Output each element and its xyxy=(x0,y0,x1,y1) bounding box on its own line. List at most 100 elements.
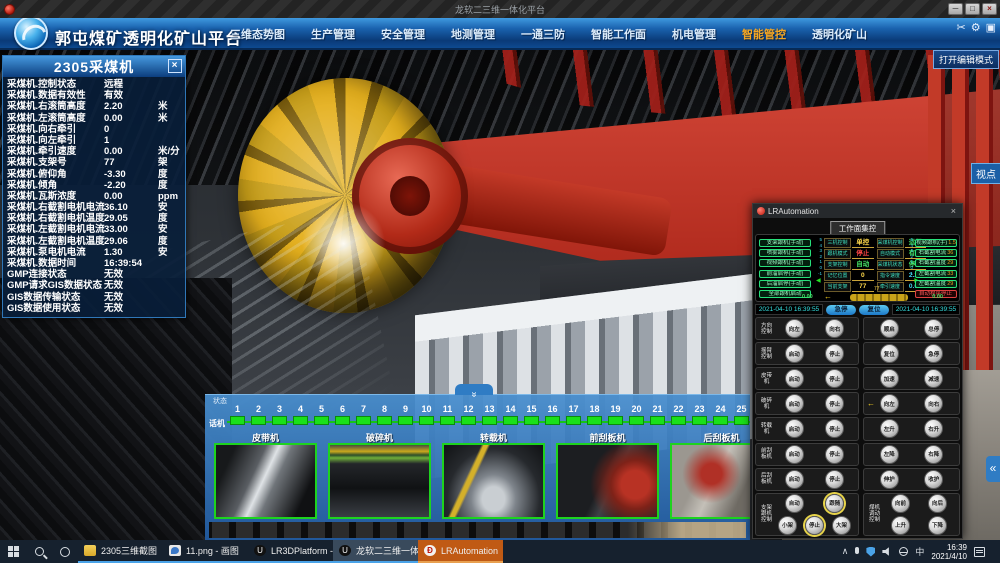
nav-item[interactable]: 透明化矿山 xyxy=(812,26,867,42)
channel-cell[interactable]: 15 xyxy=(521,404,542,430)
channel-cell[interactable]: 24 xyxy=(710,404,731,430)
channel-cell[interactable]: 20 xyxy=(626,404,647,430)
control-button[interactable]: 下降 xyxy=(928,516,947,535)
control-button[interactable]: 加速 xyxy=(880,369,899,388)
notification-icon[interactable] xyxy=(974,547,985,557)
channel-cell[interactable]: 10 xyxy=(416,404,437,430)
nav-item[interactable]: 机电管理 xyxy=(672,26,716,42)
gear-icon[interactable]: ⚙ xyxy=(971,21,981,34)
channel-cell[interactable]: 22 xyxy=(668,404,689,430)
preset-button[interactable]: 视频跟机(手)1.5 xyxy=(915,239,957,247)
camera-feed[interactable] xyxy=(328,443,431,519)
control-button[interactable]: 向右 xyxy=(825,319,844,338)
nav-item[interactable]: 智能管控 xyxy=(742,26,786,42)
collapse-chevron-icon[interactable]: « xyxy=(986,456,1000,482)
speaker-icon[interactable] xyxy=(882,547,892,557)
control-button[interactable]: 上升 xyxy=(891,516,910,535)
mic-icon[interactable] xyxy=(855,547,859,554)
nav-item[interactable]: 三维态势图 xyxy=(230,26,285,42)
edit-mode-button[interactable]: 打开编辑模式 xyxy=(933,50,999,69)
control-button[interactable]: 总停 xyxy=(924,319,943,338)
control-button[interactable]: 启动 xyxy=(785,470,804,489)
control-button[interactable]: 自动 xyxy=(785,494,804,513)
channel-cell[interactable]: 4 xyxy=(290,404,311,430)
close-button[interactable]: × xyxy=(982,3,997,15)
channel-cell[interactable]: 14 xyxy=(500,404,521,430)
estop-button[interactable]: 急停 xyxy=(826,305,856,315)
control-button[interactable]: 大架 xyxy=(832,516,851,535)
channel-cell[interactable]: 1 xyxy=(227,404,248,430)
control-button[interactable]: 向左 xyxy=(785,319,804,338)
tools-icon[interactable]: ✂ xyxy=(957,21,966,34)
channel-cell[interactable]: 17 xyxy=(563,404,584,430)
control-button[interactable]: 停止 xyxy=(825,369,844,388)
panel-chevron-down-icon[interactable]: « xyxy=(455,384,493,395)
control-button[interactable]: 跟随 xyxy=(825,494,844,513)
preset-button[interactable]: 视频跟机(手动) xyxy=(759,259,811,267)
control-button[interactable]: 减速 xyxy=(924,369,943,388)
channel-cell[interactable]: 21 xyxy=(647,404,668,430)
control-button[interactable]: 左升 xyxy=(880,419,899,438)
control-button[interactable]: 右降 xyxy=(924,445,943,464)
control-button[interactable]: 伸护 xyxy=(880,470,899,489)
preset-button[interactable]: 右截割温度29 xyxy=(915,259,957,267)
channel-cell[interactable]: 9 xyxy=(395,404,416,430)
channel-cell[interactable]: 6 xyxy=(332,404,353,430)
nav-item[interactable]: 智能工作面 xyxy=(591,26,646,42)
control-button[interactable]: 启动 xyxy=(785,394,804,413)
control-button[interactable]: 启动 xyxy=(785,344,804,363)
preset-button[interactable]: 右截割电流36 xyxy=(915,249,957,257)
camera-feed[interactable] xyxy=(556,443,659,519)
control-button[interactable]: 急停 xyxy=(924,344,943,363)
preset-button[interactable]: 支架跟机(手动) xyxy=(759,239,811,247)
channel-cell[interactable]: 19 xyxy=(605,404,626,430)
camera-feed[interactable] xyxy=(442,443,545,519)
taskbar-task[interactable]: LRAutomation xyxy=(418,540,503,563)
preset-button[interactable]: 后溜启停(手动) xyxy=(759,280,811,288)
defender-shield-icon[interactable] xyxy=(866,547,875,557)
control-button[interactable]: 停止 xyxy=(825,445,844,464)
nav-item[interactable]: 一通三防 xyxy=(521,26,565,42)
preset-button[interactable]: 前溜启停(手动) xyxy=(759,270,811,278)
control-button[interactable]: 顺启 xyxy=(880,319,899,338)
channel-cell[interactable]: 16 xyxy=(542,404,563,430)
control-button[interactable]: 停止 xyxy=(825,470,844,489)
control-button[interactable]: 小架 xyxy=(778,516,797,535)
taskbar-task[interactable]: 2305三维截图 xyxy=(78,540,163,563)
channel-cell[interactable]: 13 xyxy=(479,404,500,430)
cortana-icon[interactable] xyxy=(52,540,78,563)
taskbar-task[interactable]: 龙软二三维一体化... xyxy=(333,540,418,563)
search-icon[interactable] xyxy=(26,540,52,563)
channel-cell[interactable]: 18 xyxy=(584,404,605,430)
control-button[interactable]: 复位 xyxy=(880,344,899,363)
viewpoint-tab[interactable]: 视点 xyxy=(971,163,1000,184)
taskbar-clock[interactable]: 16:39 2021/4/10 xyxy=(931,543,967,561)
control-button[interactable]: 停止 xyxy=(805,516,824,535)
minimize-button[interactable]: ─ xyxy=(948,3,963,15)
taskbar-task[interactable]: LR3DPlatform - U... xyxy=(248,540,333,563)
preset-button[interactable]: 左截割温度29 xyxy=(915,280,957,288)
tray-chevron-icon[interactable]: ∧ xyxy=(842,546,849,557)
close-icon[interactable]: × xyxy=(168,59,182,73)
channel-cell[interactable]: 11 xyxy=(437,404,458,430)
maximize-button[interactable]: □ xyxy=(965,3,980,15)
channel-cell[interactable]: 8 xyxy=(374,404,395,430)
preset-button[interactable]: 喷雾跟机(手动) xyxy=(759,249,811,257)
control-button[interactable]: 启动 xyxy=(785,445,804,464)
control-button[interactable]: 停止 xyxy=(825,419,844,438)
channel-cell[interactable]: 23 xyxy=(689,404,710,430)
control-button[interactable]: 停止 xyxy=(825,344,844,363)
control-button[interactable]: 启动 xyxy=(785,419,804,438)
channel-cell[interactable]: 25 xyxy=(731,404,750,430)
channel-cell[interactable]: 12 xyxy=(458,404,479,430)
control-button[interactable]: 右升 xyxy=(924,419,943,438)
nav-item[interactable]: 安全管理 xyxy=(381,26,425,42)
camera-feed[interactable] xyxy=(214,443,317,519)
control-button[interactable]: 向后 xyxy=(928,494,947,513)
control-button[interactable]: 向右 xyxy=(924,394,943,413)
camera-feed[interactable] xyxy=(670,443,750,519)
preset-button[interactable]: 左截割电流33 xyxy=(915,270,957,278)
channel-cell[interactable]: 2 xyxy=(248,404,269,430)
reset-button[interactable]: 复位 xyxy=(859,305,889,315)
control-button[interactable]: 向左 xyxy=(880,394,899,413)
